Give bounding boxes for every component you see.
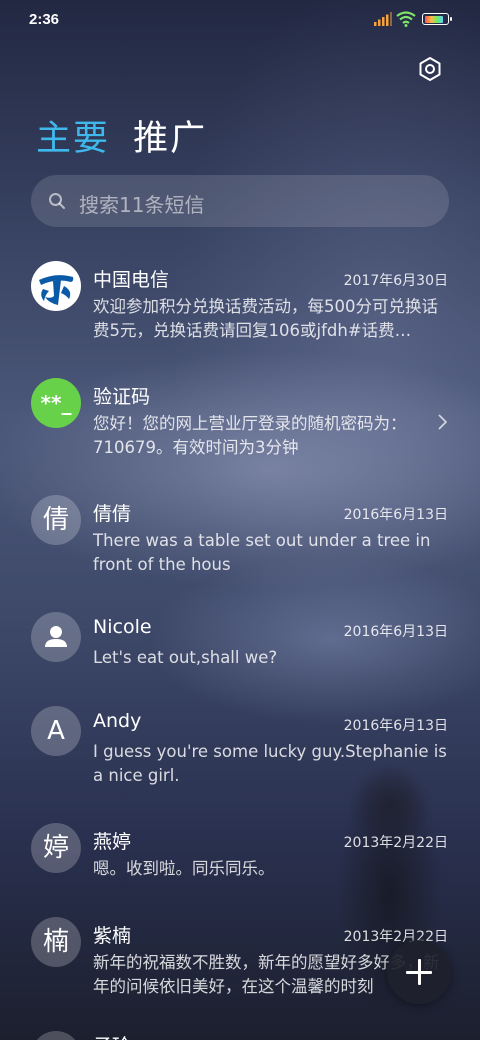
conversation-preview: There was a table set out under a tree i… [93,531,431,574]
conversation-date: 2017年6月30日 [343,273,448,289]
conversation-name: 中国电信 [93,269,170,291]
tab-bar: 主要 推广 [36,110,225,161]
conversation-name: 燕婷 [93,831,132,853]
conversation-item[interactable]: 玲 子玲 [0,1027,480,1040]
conversation-item[interactable]: 倩 倩倩 2016年6月13日 There was a table set ou… [0,489,480,599]
conversation-preview: Let's eat out,shall we? [93,648,278,667]
person-avatar-icon [31,612,81,662]
contact-avatar: 倩 [31,495,81,545]
conversation-date: 2013年2月22日 [343,835,448,851]
search-input[interactable]: 搜索11条短信 [31,175,449,227]
conversation-name: 紫楠 [93,925,132,947]
compose-button[interactable] [387,940,451,1004]
battery-fill [424,15,444,23]
status-bar: 2:36 [0,0,480,40]
conversation-item[interactable]: 中国电信 2017年6月30日 欢迎参加积分兑换话费活动，每500分可兑换话费5… [0,255,480,365]
conversation-name: 子玲 [93,1031,131,1040]
contact-avatar: 楠 [31,917,81,967]
search-placeholder: 搜索11条短信 [79,193,205,217]
verification-avatar: **_ [31,378,81,428]
conversation-name: 验证码 [93,386,151,408]
tab-promotions[interactable]: 推广 [133,110,207,161]
conversation-item[interactable]: A Andy 2016年6月13日 I guess you're some lu… [0,700,480,810]
settings-gear-icon[interactable] [416,55,444,83]
conversation-preview: 嗯。收到啦。同乐同乐。 [93,859,275,878]
conversation-preview: I guess you're some lucky guy.Stephanie … [93,742,447,785]
china-telecom-logo-icon [31,261,81,311]
conversation-name: Andy [93,710,142,732]
conversation-item[interactable]: **_ 验证码 您好！您的网上营业厅登录的随机密码为：710679。有效时间为3… [0,372,480,482]
wifi-icon [396,11,416,27]
contact-avatar: 婷 [31,823,81,873]
search-icon [49,193,65,209]
contact-avatar: 玲 [31,1031,81,1040]
conversation-date: 2016年6月13日 [343,718,448,734]
contact-avatar: A [31,706,81,756]
tab-main[interactable]: 主要 [36,110,110,161]
chevron-right-icon [438,414,448,430]
conversation-date: 2016年6月13日 [343,624,448,640]
conversation-date: 2016年6月13日 [343,507,448,523]
conversation-preview: 您好！您的网上营业厅登录的随机密码为：710679。有效时间为3分钟 [93,414,407,457]
signal-icon [374,12,392,26]
battery-icon [422,13,452,25]
conversation-name: 倩倩 [93,503,132,525]
conversation-name: Nicole [93,616,152,638]
status-time: 2:36 [29,11,60,28]
conversation-preview: 欢迎参加积分兑换话费活动，每500分可兑换话费5元，兑换话费请回复106或jfd… [93,297,438,340]
